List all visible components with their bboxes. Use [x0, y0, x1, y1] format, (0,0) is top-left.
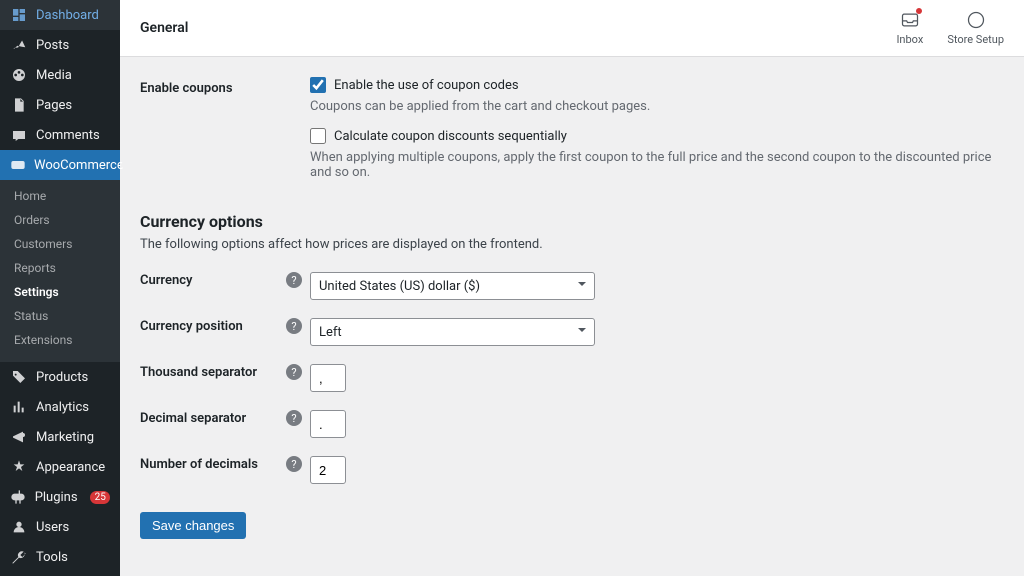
sidebar-item-label: Marketing: [36, 430, 94, 445]
help-icon[interactable]: ?: [286, 272, 302, 288]
thousand-separator-input[interactable]: [310, 364, 346, 392]
sidebar-item-analytics[interactable]: Analytics: [0, 392, 120, 422]
inbox-label: Inbox: [896, 33, 923, 46]
inbox-icon: [900, 10, 920, 30]
sidebar-item-users[interactable]: Users: [0, 512, 120, 542]
help-icon[interactable]: ?: [286, 364, 302, 380]
plugins-badge: 25: [90, 491, 110, 504]
sidebar-item-label: Appearance: [36, 460, 105, 475]
user-icon: [10, 518, 28, 536]
sidebar-item-label: Comments: [36, 128, 100, 143]
sidebar-item-media[interactable]: Media: [0, 60, 120, 90]
decimal-separator-input[interactable]: [310, 410, 346, 438]
sidebar-item-label: Products: [36, 370, 88, 385]
analytics-icon: [10, 398, 28, 416]
sidebar-item-label: Media: [36, 68, 72, 83]
store-setup-button[interactable]: Store Setup: [947, 10, 1004, 46]
enable-coupon-codes-label: Enable the use of coupon codes: [334, 78, 519, 93]
sidebar-item-posts[interactable]: Posts: [0, 30, 120, 60]
sidebar-item-marketing[interactable]: Marketing: [0, 422, 120, 452]
enable-coupons-label: Enable coupons: [140, 77, 310, 96]
enable-coupon-codes-desc: Coupons can be applied from the cart and…: [310, 99, 1004, 114]
sidebar-item-appearance[interactable]: Appearance: [0, 452, 120, 482]
sequential-discounts-label: Calculate coupon discounts sequentially: [334, 129, 567, 144]
num-decimals-input[interactable]: [310, 456, 346, 484]
sidebar-item-label: Users: [36, 520, 69, 535]
sidebar-item-settings[interactable]: Settings: [0, 572, 120, 576]
submenu-item-settings[interactable]: Settings: [0, 280, 120, 304]
submenu-item-extensions[interactable]: Extensions: [0, 328, 120, 352]
page-title: General: [140, 20, 188, 36]
save-changes-button[interactable]: Save changes: [140, 512, 246, 539]
topbar: General Inbox Store Setup: [120, 0, 1024, 57]
media-icon: [10, 66, 28, 84]
marketing-icon: [10, 428, 28, 446]
pin-icon: [10, 36, 28, 54]
sidebar-item-plugins[interactable]: Plugins 25: [0, 482, 120, 512]
sidebar-item-label: Dashboard: [36, 8, 99, 23]
inbox-button[interactable]: Inbox: [896, 10, 923, 46]
currency-options-heading: Currency options: [140, 212, 1004, 231]
store-setup-label: Store Setup: [947, 33, 1004, 46]
thousand-separator-label: Thousand separator: [140, 365, 286, 380]
num-decimals-label: Number of decimals: [140, 457, 286, 472]
plugin-icon: [10, 488, 27, 506]
woocommerce-submenu: Home Orders Customers Reports Settings S…: [0, 180, 120, 362]
sequential-discounts-checkbox[interactable]: [310, 128, 326, 144]
notification-dot: [916, 8, 922, 14]
currency-label: Currency: [140, 273, 286, 288]
help-icon[interactable]: ?: [286, 456, 302, 472]
page-icon: [10, 96, 28, 114]
help-icon[interactable]: ?: [286, 410, 302, 426]
dashboard-icon: [10, 6, 28, 24]
currency-position-select[interactable]: Left: [310, 318, 595, 346]
sidebar-item-products[interactable]: Products: [0, 362, 120, 392]
currency-options-desc: The following options affect how prices …: [140, 237, 1004, 252]
sequential-discounts-option[interactable]: Calculate coupon discounts sequentially: [310, 128, 1004, 144]
sidebar-item-comments[interactable]: Comments: [0, 120, 120, 150]
sidebar-item-tools[interactable]: Tools: [0, 542, 120, 572]
sidebar-item-label: WooCommerce: [34, 158, 124, 173]
main-content: General Inbox Store Setup Enable coupo: [120, 0, 1024, 576]
decimal-separator-label: Decimal separator: [140, 411, 286, 426]
sidebar-item-label: Posts: [36, 38, 69, 53]
sidebar-item-label: Analytics: [36, 400, 89, 415]
enable-coupon-codes-checkbox[interactable]: [310, 77, 326, 93]
comment-icon: [10, 126, 28, 144]
submenu-item-status[interactable]: Status: [0, 304, 120, 328]
setup-icon: [966, 10, 986, 30]
sidebar-item-pages[interactable]: Pages: [0, 90, 120, 120]
submenu-item-home[interactable]: Home: [0, 184, 120, 208]
woo-icon: [10, 156, 26, 174]
product-icon: [10, 368, 28, 386]
currency-position-value: Left: [319, 325, 342, 340]
admin-sidebar: Dashboard Posts Media Pages Comments Woo…: [0, 0, 120, 576]
submenu-item-customers[interactable]: Customers: [0, 232, 120, 256]
sidebar-item-label: Pages: [36, 98, 72, 113]
sidebar-item-woocommerce[interactable]: WooCommerce: [0, 150, 120, 180]
currency-position-label: Currency position: [140, 319, 286, 334]
tools-icon: [10, 548, 28, 566]
currency-select[interactable]: United States (US) dollar ($): [310, 272, 595, 300]
submenu-item-orders[interactable]: Orders: [0, 208, 120, 232]
sidebar-item-label: Tools: [36, 550, 68, 565]
appearance-icon: [10, 458, 28, 476]
currency-value: United States (US) dollar ($): [319, 279, 480, 294]
enable-coupon-codes-option[interactable]: Enable the use of coupon codes: [310, 77, 1004, 93]
submenu-item-reports[interactable]: Reports: [0, 256, 120, 280]
help-icon[interactable]: ?: [286, 318, 302, 334]
sequential-discounts-desc: When applying multiple coupons, apply th…: [310, 150, 1004, 180]
sidebar-item-label: Plugins: [35, 490, 78, 505]
sidebar-item-dashboard[interactable]: Dashboard: [0, 0, 120, 30]
